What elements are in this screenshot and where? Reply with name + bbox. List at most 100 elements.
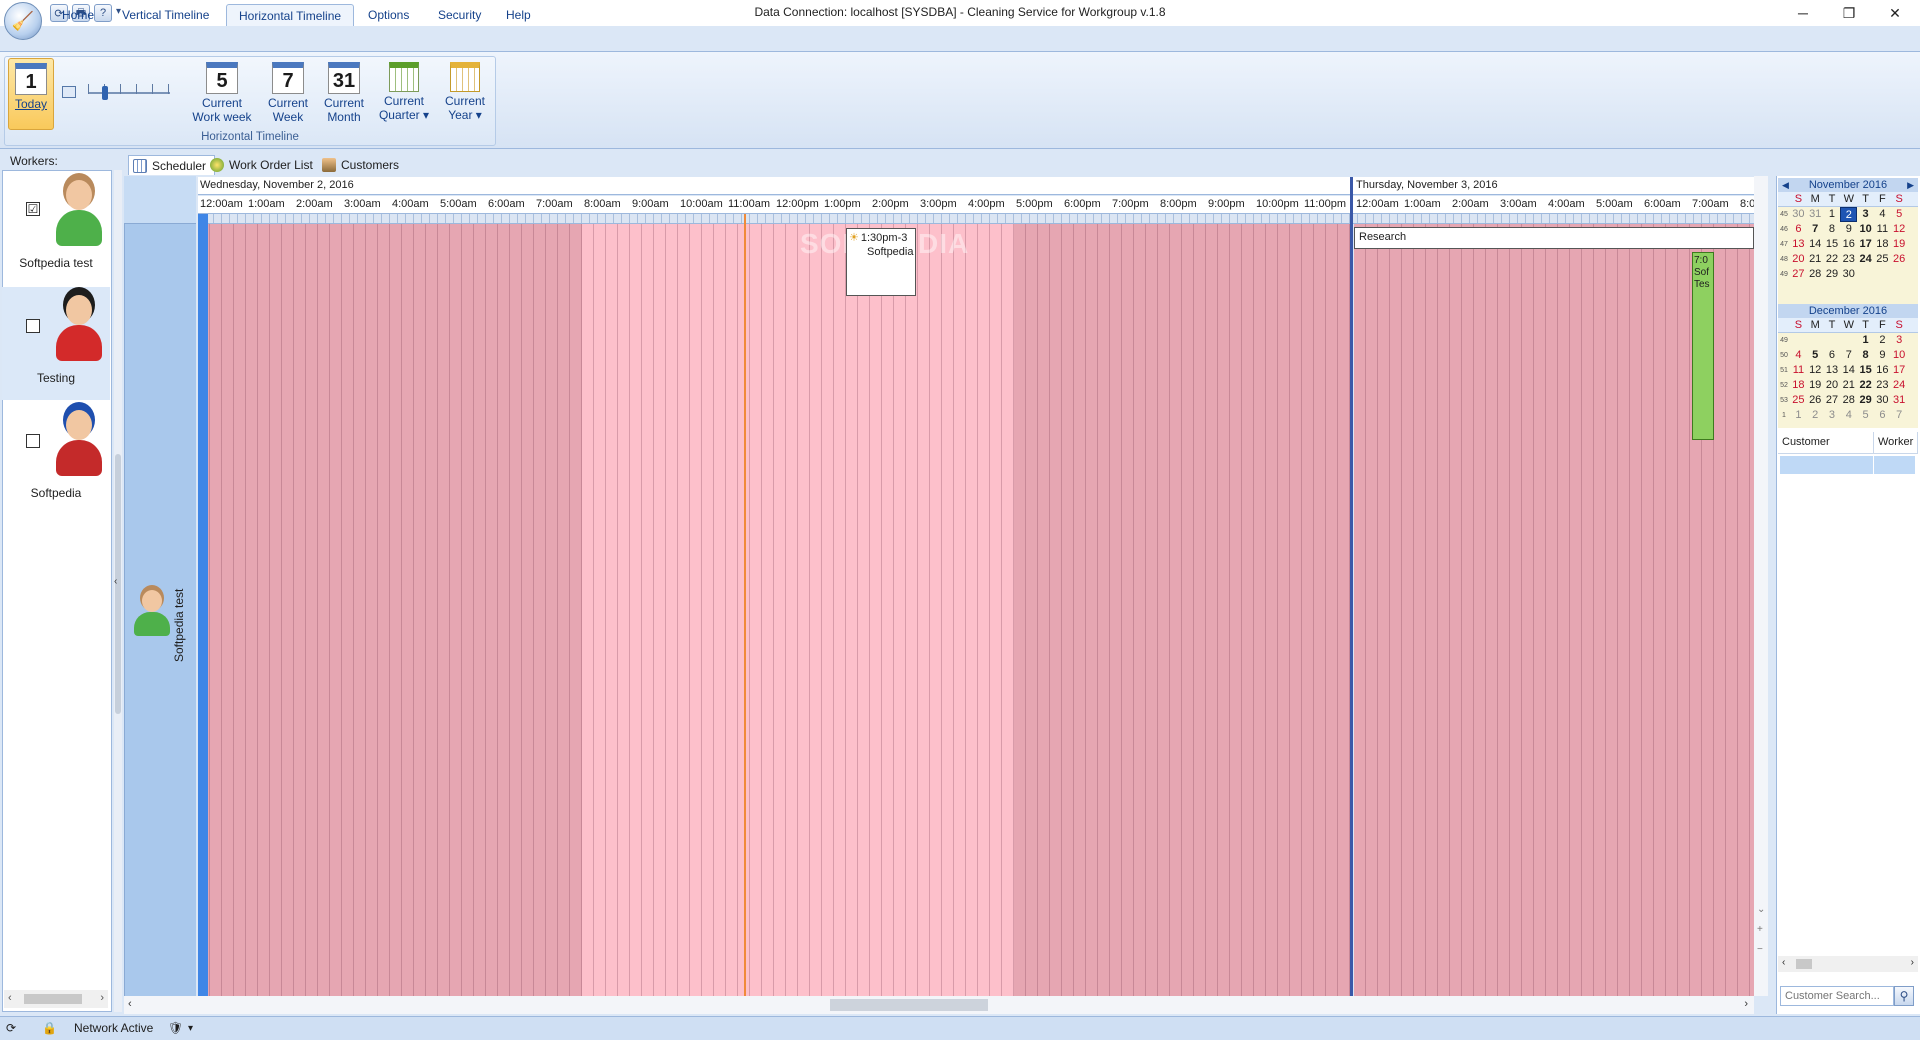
calendar-day[interactable]: 26 [1891, 252, 1908, 267]
close-button[interactable]: ✕ [1872, 0, 1918, 26]
calendar-day[interactable]: 2 [1807, 408, 1824, 423]
calendar-day[interactable]: 31 [1807, 207, 1824, 222]
calendar-day[interactable]: 9 [1874, 348, 1891, 363]
timeline-hours-block[interactable] [1014, 224, 1352, 996]
research-event[interactable]: Research [1354, 227, 1754, 249]
calendar-day[interactable] [1891, 267, 1908, 282]
calendar-day[interactable]: 20 [1824, 378, 1841, 393]
restore-button[interactable]: ❐ [1826, 0, 1872, 26]
calendar-day[interactable]: 12 [1891, 222, 1908, 237]
calendar-day[interactable]: 6 [1790, 222, 1807, 237]
worker-item[interactable]: ☑ Softpedia test [2, 172, 110, 285]
calendar-day[interactable]: 28 [1807, 267, 1824, 282]
calendar-day[interactable]: 20 [1790, 252, 1807, 267]
calendar-day[interactable]: 2 [1840, 207, 1858, 222]
calendar-day[interactable]: 14 [1840, 363, 1857, 378]
prev-month-icon[interactable]: ◀ [1782, 178, 1789, 192]
calendar-day[interactable]: 25 [1874, 252, 1891, 267]
column-header-customer[interactable]: Customer [1778, 432, 1874, 453]
worker-item[interactable]: Testing [2, 287, 110, 400]
calendar-day[interactable]: 21 [1807, 252, 1824, 267]
scroll-down-icon[interactable]: ⌄ [1757, 904, 1765, 915]
calendar-day[interactable]: 4 [1840, 408, 1857, 423]
calendar-day[interactable]: 24 [1857, 252, 1874, 267]
timeline-body[interactable] [198, 224, 1754, 996]
calendar-day[interactable]: 6 [1874, 408, 1891, 423]
calendar-day[interactable]: 1 [1857, 333, 1874, 348]
calendar-day[interactable]: 15 [1824, 237, 1841, 252]
calendar-day[interactable]: 2 [1874, 333, 1891, 348]
calendar-day[interactable]: 5 [1891, 207, 1908, 222]
calendar-day[interactable]: 7 [1840, 348, 1857, 363]
calendar-day[interactable]: 12 [1807, 363, 1824, 378]
calendar-day[interactable]: 1 [1824, 207, 1841, 222]
tab-scheduler[interactable]: Scheduler [128, 155, 216, 175]
timeline-hours-block[interactable] [582, 224, 1014, 996]
calendar-day[interactable]: 11 [1874, 222, 1891, 237]
workers-horizontal-scrollbar[interactable]: ‹ › [4, 990, 108, 1008]
calendar-day[interactable]: 21 [1840, 378, 1857, 393]
current-month-button[interactable]: 31 Current Month [318, 58, 370, 130]
calendar-day[interactable]: 30 [1840, 267, 1857, 282]
calendar-day[interactable]: 26 [1807, 393, 1824, 408]
tab-customers[interactable]: Customers [318, 155, 407, 175]
scroll-thumb[interactable] [830, 999, 988, 1011]
calendar-day[interactable]: 5 [1807, 348, 1824, 363]
calendar-day[interactable]: 30 [1790, 207, 1807, 222]
calendar-day[interactable]: 13 [1824, 363, 1841, 378]
calendar-day[interactable]: 10 [1857, 222, 1874, 237]
zoom-in-icon[interactable]: + [1757, 924, 1763, 935]
customer-grid-scrollbar[interactable]: ‹ › [1778, 956, 1918, 972]
calendar-day[interactable]: 15 [1857, 363, 1874, 378]
calendar-day[interactable]: 22 [1857, 378, 1874, 393]
calendar-day[interactable]: 29 [1857, 393, 1874, 408]
tab-help[interactable]: Help [494, 4, 543, 26]
tab-home[interactable]: Home [50, 4, 106, 26]
lock-icon[interactable]: 🔒 [42, 1020, 57, 1036]
calendar-day[interactable]: 30 [1874, 393, 1891, 408]
tab-vertical-timeline[interactable]: Vertical Timeline [110, 4, 221, 26]
tab-security[interactable]: Security [426, 4, 493, 26]
tab-options[interactable]: Options [356, 4, 421, 26]
calendar-day[interactable]: 5 [1857, 408, 1874, 423]
timeline-hours-block[interactable] [198, 224, 582, 996]
calendar-day[interactable]: 8 [1857, 348, 1874, 363]
status-dropdown-icon[interactable]: ▾ [188, 1020, 193, 1036]
scroll-right-icon[interactable]: › [1744, 998, 1748, 1010]
calendar-day[interactable] [1790, 333, 1807, 348]
calendar-day[interactable]: 14 [1807, 237, 1824, 252]
calendar-day[interactable]: 18 [1790, 378, 1807, 393]
calendar-day[interactable]: 29 [1824, 267, 1841, 282]
calendar-day[interactable]: 1 [1790, 408, 1807, 423]
calendar-day[interactable]: 8 [1824, 222, 1841, 237]
customer-search-button[interactable]: ⚲ [1894, 986, 1914, 1006]
calendar-day[interactable]: 16 [1874, 363, 1891, 378]
scroll-left-icon[interactable]: ‹ [1782, 957, 1785, 968]
calendar-day[interactable]: 19 [1891, 237, 1908, 252]
calendar-day[interactable]: 3 [1824, 408, 1841, 423]
calendar-day[interactable]: 17 [1891, 363, 1908, 378]
calendar-day[interactable]: 25 [1790, 393, 1807, 408]
zoom-slider[interactable] [88, 82, 170, 102]
column-header-worker[interactable]: Worker [1874, 432, 1918, 453]
current-year-button[interactable]: Current Year ▾ [440, 58, 490, 130]
appointment-card[interactable]: ☀ 1:30pm-3 Softpedia [846, 228, 916, 296]
current-quarter-button[interactable]: Current Quarter ▾ [374, 58, 434, 130]
calendar-day[interactable]: 6 [1824, 348, 1841, 363]
calendar-day[interactable]: 7 [1807, 222, 1824, 237]
calendar-day[interactable]: 7 [1891, 408, 1908, 423]
scroll-right-icon[interactable]: › [1911, 957, 1914, 968]
scheduler-horizontal-scrollbar[interactable]: ‹ › [124, 996, 1754, 1014]
zoom-out-icon[interactable]: − [1757, 944, 1763, 955]
calendar-day[interactable]: 9 [1840, 222, 1857, 237]
scroll-right-icon[interactable]: › [100, 992, 104, 1004]
calendar-day[interactable] [1807, 333, 1824, 348]
calendar-day[interactable]: 27 [1824, 393, 1841, 408]
shield-icon[interactable]: 🛡 [168, 1020, 183, 1036]
calendar-day[interactable]: 4 [1790, 348, 1807, 363]
worker-checkbox[interactable] [26, 319, 40, 333]
calendar-day[interactable]: 16 [1840, 237, 1857, 252]
worker-item[interactable]: Softpedia [2, 402, 110, 515]
calendar-day[interactable]: 31 [1891, 393, 1908, 408]
collapse-panel-icon[interactable]: ‹ [114, 576, 117, 587]
